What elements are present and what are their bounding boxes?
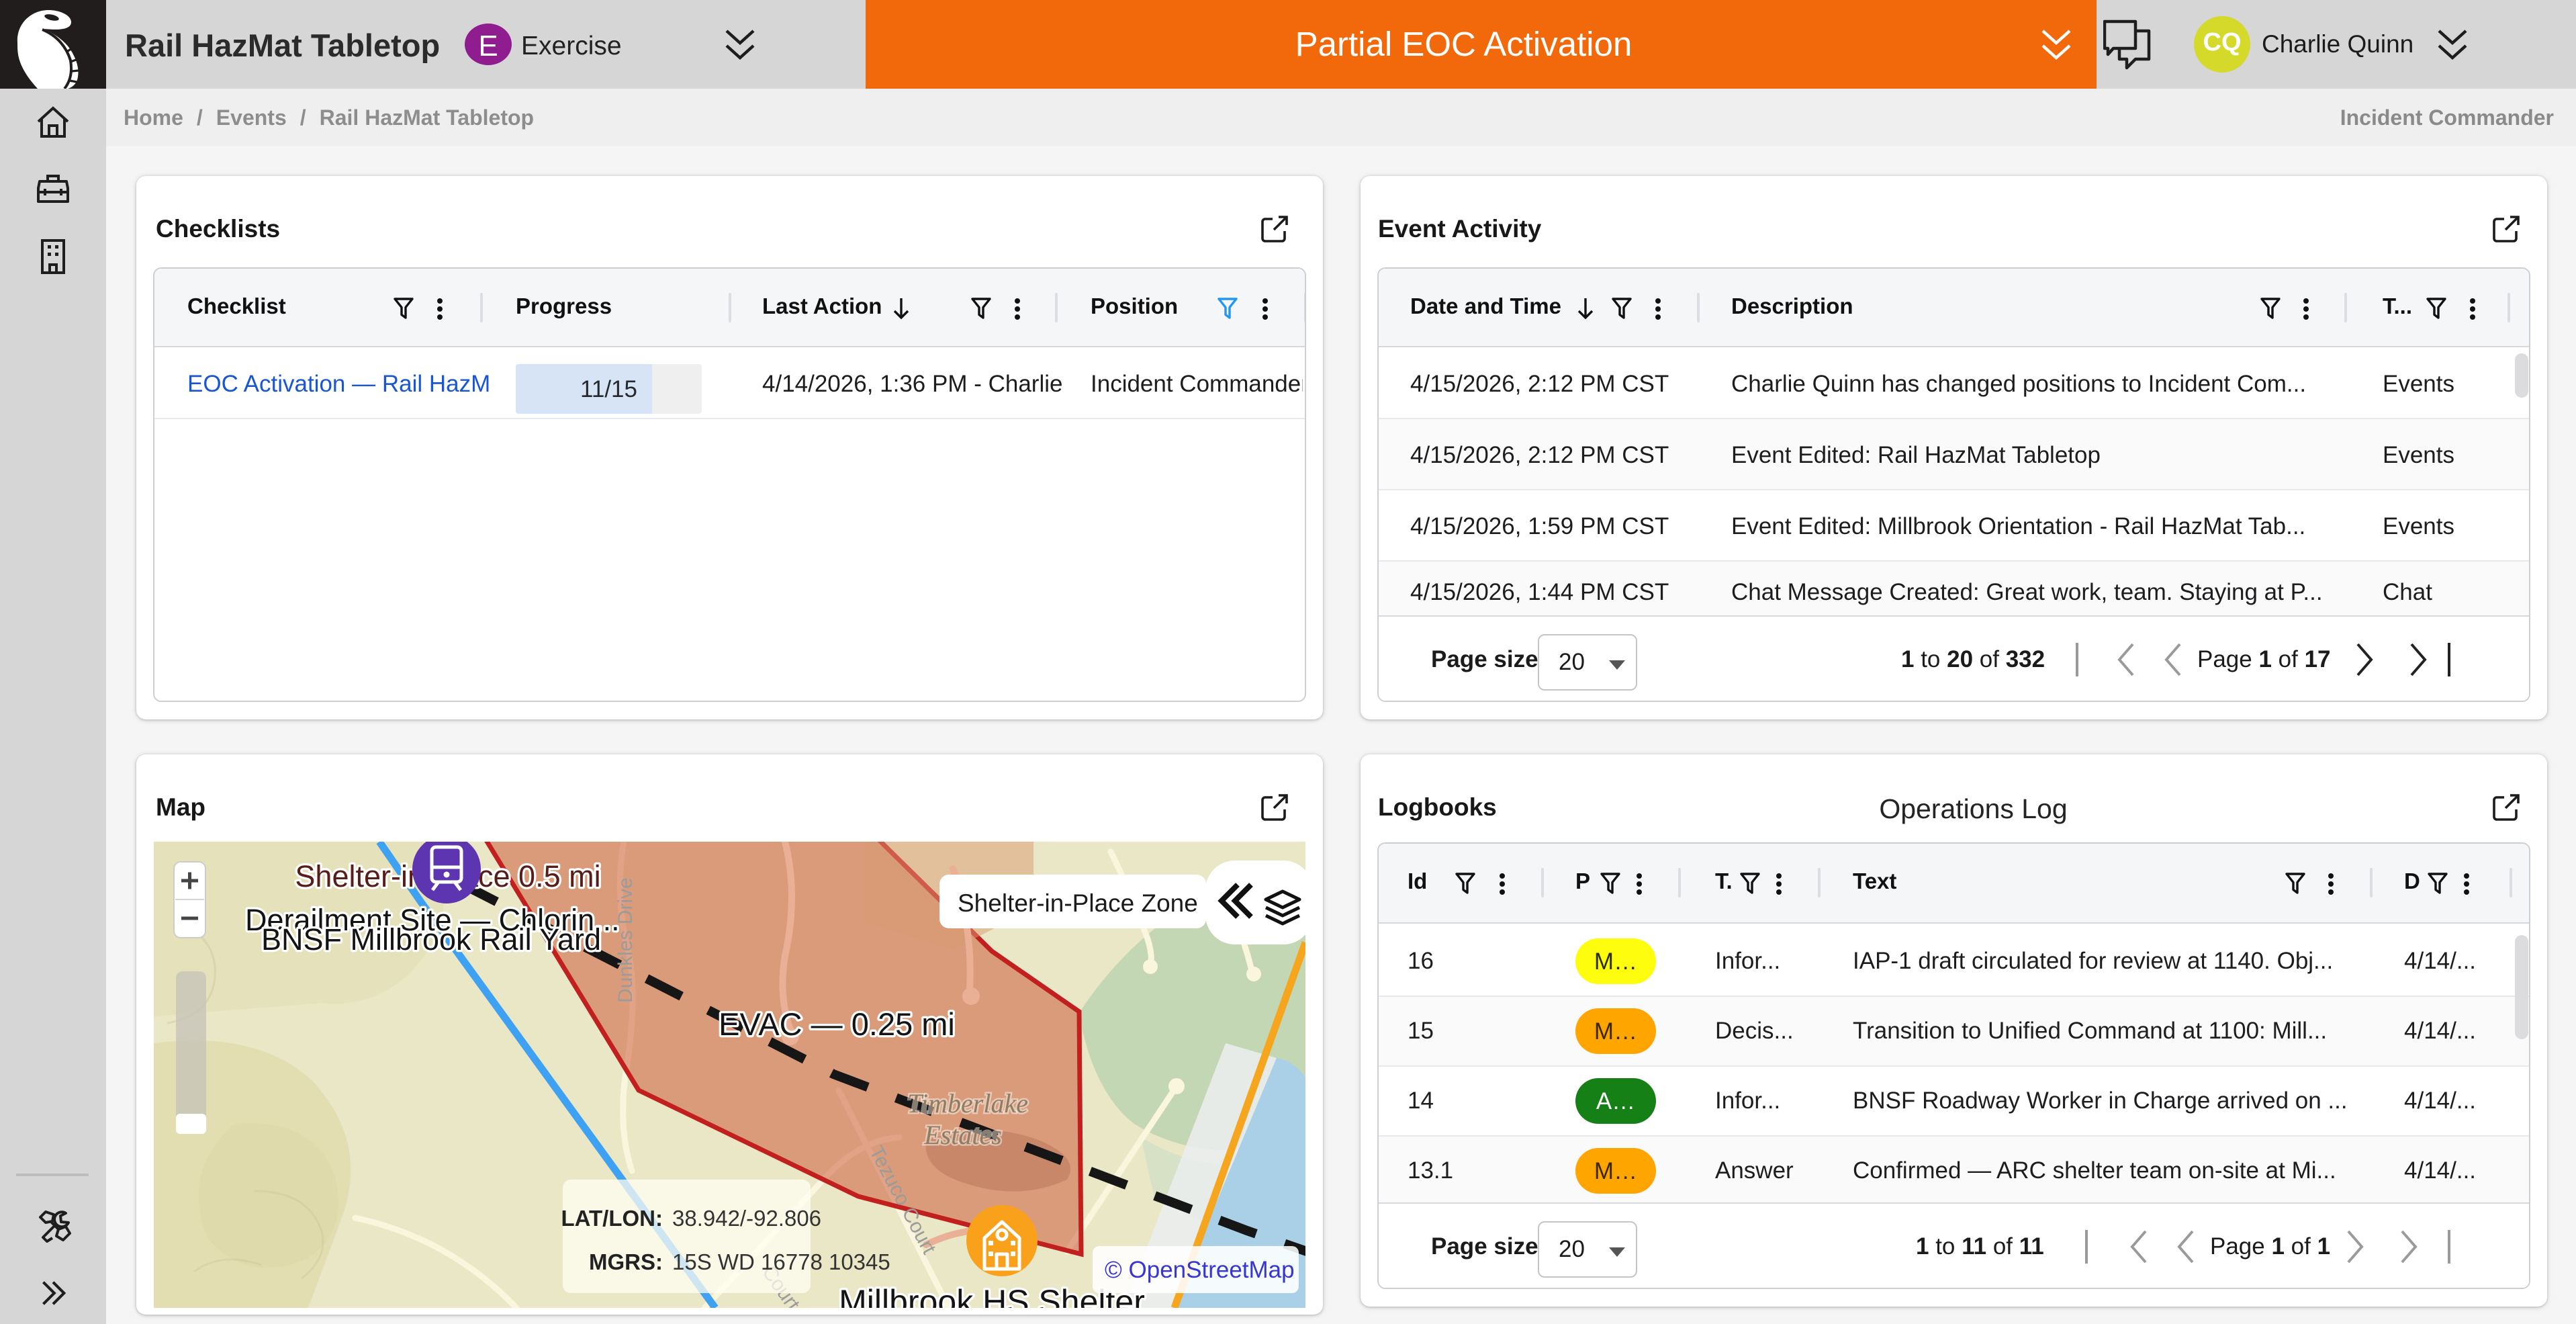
svg-text:EVAC — 0.25 mi: EVAC — 0.25 mi <box>719 1006 955 1042</box>
svg-text:© OpenStreetMap: © OpenStreetMap <box>1105 1257 1295 1283</box>
svg-text:Shelter-in-Place Zone: Shelter-in-Place Zone <box>958 889 1198 917</box>
svg-text:Estates: Estates <box>923 1120 1002 1150</box>
svg-text:BNSF Millbrook Rail Yard: BNSF Millbrook Rail Yard <box>261 922 601 957</box>
svg-text:Dunkles Drive: Dunkles Drive <box>614 877 637 1003</box>
svg-text:15S WD 16778 10345: 15S WD 16778 10345 <box>672 1249 890 1274</box>
svg-text:38.942/-92.806: 38.942/-92.806 <box>672 1206 821 1231</box>
svg-text:Timberlake: Timberlake <box>907 1088 1028 1118</box>
svg-text:MGRS:: MGRS: <box>589 1249 663 1274</box>
svg-text:LAT/LON:: LAT/LON: <box>561 1206 663 1231</box>
